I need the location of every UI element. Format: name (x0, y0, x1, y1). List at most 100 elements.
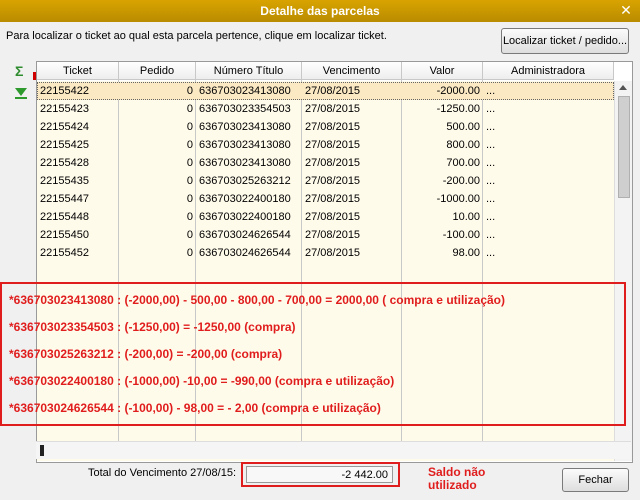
table-cell: 0 (186, 175, 193, 187)
annotation-box: *636703023413080 : (-2000,00) - 500,00 -… (0, 282, 626, 426)
column-header[interactable]: Valor (402, 62, 483, 80)
annotation-line: *636703024626544 : (-100,00) - 98,00 = -… (9, 401, 381, 415)
table-cell: 0 (186, 247, 193, 259)
table-cell: -200.00 (442, 175, 480, 187)
table-cell: ... (486, 211, 496, 223)
table-cell: 22155422 (40, 85, 89, 97)
total-value-field[interactable] (246, 466, 393, 483)
table-cell: ... (486, 229, 496, 241)
column-header[interactable]: Número Título (196, 62, 302, 80)
table-cell: 27/08/2015 (305, 85, 361, 97)
table-cell: ... (486, 139, 496, 151)
column-header[interactable]: Ticket (37, 62, 119, 80)
sum-icon[interactable]: Σ (15, 63, 23, 79)
annotation-line: *636703023413080 : (-2000,00) - 500,00 -… (9, 293, 505, 307)
table-cell: 27/08/2015 (305, 247, 361, 259)
table-cell: 0 (186, 193, 193, 205)
table-cell: ... (486, 157, 496, 169)
table-cell: 0 (186, 211, 193, 223)
table-cell: -1250.00 (436, 103, 480, 115)
table-row[interactable]: 22155450 0 636703024626544 27/08/2015 -100.0… (37, 226, 614, 244)
table-cell: 22155450 (40, 229, 89, 241)
total-label: Total do Vencimento 27/08/15: (88, 467, 236, 479)
table-cell: 27/08/2015 (305, 211, 361, 223)
table-cell: 0 (186, 85, 193, 97)
table-row[interactable]: 22155452 0 636703024626544 27/08/2015 98.00.… (37, 244, 614, 262)
table-cell: 636703024626544 (199, 229, 291, 241)
table-row[interactable]: 22155428 0 636703023413080 27/08/2015 700.00… (37, 154, 614, 172)
table-row[interactable]: 22155423 0 636703023354503 27/08/2015 -1250.… (37, 100, 614, 118)
table-cell: 22155452 (40, 247, 89, 259)
table-cell: 636703023413080 (199, 85, 291, 97)
expand-down-icon-bar (15, 97, 27, 99)
table-cell: 22155424 (40, 121, 89, 133)
table-cell: 27/08/2015 (305, 175, 361, 187)
total-highlight (241, 462, 400, 487)
table-cell: 22155435 (40, 175, 89, 187)
unused-balance-note: Saldo não utilizado (428, 466, 508, 492)
table-cell: 0 (186, 139, 193, 151)
table-cell: 636703023354503 (199, 103, 291, 115)
table-row[interactable]: 22155424 0 636703023413080 27/08/2015 500.00… (37, 118, 614, 136)
annotation-line: *636703022400180 : (-1000,00) -10,00 = -… (9, 374, 395, 388)
instruction-text: Para localizar o ticket ao qual esta par… (6, 30, 387, 42)
close-icon[interactable]: ✕ (618, 2, 634, 18)
table-cell: -2000.00 (436, 85, 480, 97)
table-cell: 0 (186, 229, 193, 241)
annotation-line: *636703025263212 : (-200,00) = -200,00 (… (9, 347, 283, 361)
table-cell: -1000.00 (436, 193, 480, 205)
table-cell: 636703025263212 (199, 175, 291, 187)
table-cell: ... (486, 247, 496, 259)
table-cell: ... (486, 85, 496, 97)
table-cell: 22155448 (40, 211, 89, 223)
table-row[interactable]: 22155422 0 636703023413080 27/08/2015 -2000.… (37, 82, 614, 100)
locate-ticket-button[interactable]: Localizar ticket / pedido... (501, 28, 629, 54)
table-cell: 27/08/2015 (305, 157, 361, 169)
table-cell: 22155428 (40, 157, 89, 169)
table-cell: -100.00 (442, 229, 480, 241)
table-cell: ... (486, 121, 496, 133)
table-cell: 22155447 (40, 193, 89, 205)
table-cell: 0 (186, 121, 193, 133)
table-cell: 27/08/2015 (305, 103, 361, 115)
scroll-up-icon[interactable] (619, 85, 627, 90)
table-cell: 27/08/2015 (305, 229, 361, 241)
title-bar: Detalhe das parcelas ✕ (0, 0, 640, 22)
table-cell: 700.00 (446, 157, 480, 169)
table-cell: 500.00 (446, 121, 480, 133)
table-cell: 0 (186, 157, 193, 169)
column-header[interactable]: Pedido (119, 62, 196, 80)
horizontal-scrollbar[interactable] (36, 441, 631, 459)
table-cell: 22155423 (40, 103, 89, 115)
table-cell: 636703023413080 (199, 121, 291, 133)
table-cell: 27/08/2015 (305, 193, 361, 205)
table-row[interactable]: 22155448 0 636703022400180 27/08/2015 10.00.… (37, 208, 614, 226)
table-row[interactable]: 22155447 0 636703022400180 27/08/2015 -1000.… (37, 190, 614, 208)
close-button[interactable]: Fechar (562, 468, 629, 492)
table-row[interactable]: 22155425 0 636703023413080 27/08/2015 800.00… (37, 136, 614, 154)
annotation-line: *636703023354503 : (-1250,00) = -1250,00… (9, 320, 296, 334)
table-cell: 10.00 (452, 211, 480, 223)
table-cell: 22155425 (40, 139, 89, 151)
table-cell: ... (486, 175, 496, 187)
column-header[interactable]: Administradora (483, 62, 614, 80)
scroll-thumb[interactable] (618, 96, 630, 198)
table-row[interactable]: 22155435 0 636703025263212 27/08/2015 -200.0… (37, 172, 614, 190)
table-cell: 0 (186, 103, 193, 115)
table-cell: 636703023413080 (199, 139, 291, 151)
table-cell: 27/08/2015 (305, 139, 361, 151)
table-cell: 636703024626544 (199, 247, 291, 259)
expand-down-icon[interactable] (15, 88, 27, 96)
table-cell: 636703023413080 (199, 157, 291, 169)
table-cell: 98.00 (452, 247, 480, 259)
window-title: Detalhe das parcelas (260, 4, 380, 18)
table-cell: ... (486, 193, 496, 205)
horizontal-scroll-thumb[interactable] (40, 445, 44, 456)
table-cell: 800.00 (446, 139, 480, 151)
table-cell: 636703022400180 (199, 211, 291, 223)
table-cell: ... (486, 103, 496, 115)
table-cell: 636703022400180 (199, 193, 291, 205)
note-line: utilizado (428, 478, 477, 492)
column-header[interactable]: Vencimento (302, 62, 402, 80)
table-cell: 27/08/2015 (305, 121, 361, 133)
